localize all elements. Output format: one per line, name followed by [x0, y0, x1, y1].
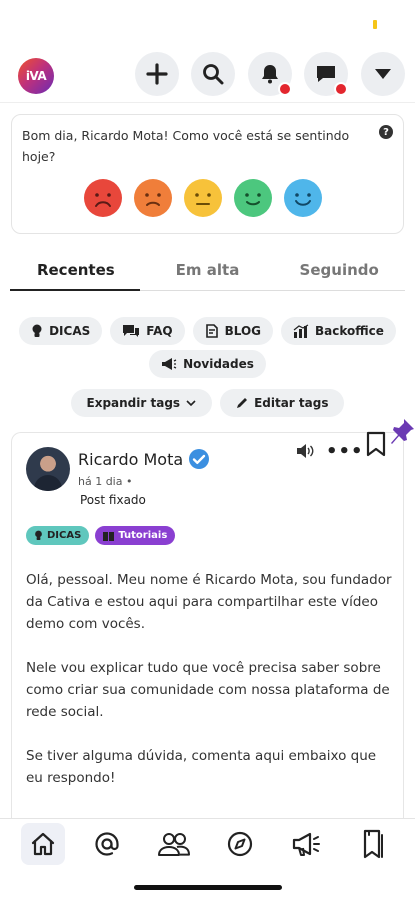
post-tag-tutoriais[interactable]: Tutoriais [95, 526, 176, 545]
nav-saved[interactable] [351, 823, 395, 865]
post-body: Olá, pessoal. Meu nome é Ricardo Mota, s… [26, 569, 396, 811]
edit-tags-button[interactable]: Editar tags [220, 389, 345, 417]
status-indicator [373, 20, 377, 29]
mood-faces [84, 179, 322, 217]
bookmark-icon[interactable] [365, 431, 387, 457]
feed-tabs: Recentes Em alta Seguindo [10, 258, 405, 292]
tag-label: BLOG [224, 324, 261, 338]
post-paragraph: Nele vou explicar tudo que você precisa … [26, 660, 390, 720]
lightbulb-icon [35, 530, 42, 540]
expand-tags-button[interactable]: Expandir tags [70, 389, 213, 417]
very-sad-face-icon[interactable] [84, 179, 122, 217]
document-edit-icon [205, 324, 218, 338]
notification-badge [278, 82, 292, 96]
header-divider [0, 102, 415, 103]
nav-explore[interactable] [218, 823, 262, 865]
help-icon[interactable]: ? [379, 125, 393, 139]
post-paragraph: Olá, pessoal. Meu nome é Ricardo Mota, s… [26, 572, 392, 632]
tag-label: Backoffice [315, 324, 384, 338]
messages-button[interactable] [304, 52, 348, 96]
plus-icon [146, 63, 168, 85]
post-paragraph: Se tiver alguma dúvida, comenta aqui emb… [26, 748, 377, 786]
bell-icon [262, 65, 278, 84]
tag-faq[interactable]: FAQ [110, 317, 185, 345]
active-tab-indicator [10, 289, 140, 291]
tab-seguindo[interactable]: Seguindo [273, 258, 405, 292]
post-tag-label: DICAS [47, 530, 82, 541]
tag-novidades[interactable]: Novidades [149, 350, 266, 378]
post-tag-label: Tutoriais [118, 530, 168, 541]
nav-mentions[interactable] [85, 823, 129, 865]
app-logo[interactable]: iVA [18, 58, 54, 94]
nav-members[interactable] [152, 823, 196, 865]
expand-tags-label: Expandir tags [86, 396, 181, 410]
post-timestamp: há 1 dia • [78, 475, 133, 488]
tag-blog[interactable]: BLOG [192, 317, 273, 345]
post-card: Ricardo Mota há 1 dia • Post fixado ••• … [11, 419, 414, 832]
bar-chart-icon [293, 324, 309, 338]
volume-icon[interactable] [295, 443, 315, 459]
tag-backoffice[interactable]: Backoffice [281, 317, 396, 345]
neutral-face-icon[interactable] [184, 179, 222, 217]
sad-face-icon[interactable] [134, 179, 172, 217]
tag-actions: Expandir tags Editar tags [0, 389, 415, 417]
messages-badge [334, 82, 348, 96]
tag-label: DICAS [49, 324, 91, 338]
tag-label: Novidades [183, 357, 254, 371]
tags-row: DICAS FAQ BLOG Backoffice [0, 317, 415, 345]
megaphone-icon [162, 358, 177, 370]
create-post-button[interactable] [135, 52, 179, 96]
home-indicator [134, 885, 282, 890]
notifications-button[interactable] [248, 52, 292, 96]
author-name[interactable]: Ricardo Mota [78, 450, 183, 469]
mood-question: Bom dia, Ricardo Mota! Como você está se… [22, 128, 350, 164]
pin-icon [391, 419, 414, 444]
book-icon [103, 531, 115, 541]
megaphone-icon [292, 832, 320, 856]
pencil-icon [237, 398, 248, 408]
tab-em-alta[interactable]: Em alta [142, 258, 274, 292]
people-icon [158, 833, 190, 856]
pinned-label: Post fixado [80, 493, 146, 507]
search-button[interactable] [191, 52, 235, 96]
search-icon [203, 64, 224, 85]
home-icon [31, 832, 55, 856]
nav-home[interactable] [21, 823, 65, 865]
top-header: iVA [0, 52, 415, 98]
mention-icon [95, 832, 119, 856]
menu-dropdown-button[interactable] [361, 52, 405, 96]
bottom-navigation [0, 818, 415, 868]
chevron-down-icon [186, 400, 196, 407]
tag-label: FAQ [146, 324, 173, 338]
mood-card: Bom dia, Ricardo Mota! Como você está se… [11, 114, 404, 234]
nav-announcements[interactable] [285, 823, 329, 865]
verified-badge-icon [189, 449, 209, 469]
compass-icon [227, 831, 253, 857]
tags-row-2: Novidades [0, 350, 415, 378]
chat-bubbles-icon [123, 325, 140, 337]
post-tags: DICAS Tutoriais [26, 526, 176, 545]
more-options-button[interactable]: ••• [326, 441, 364, 462]
very-happy-face-icon[interactable] [284, 179, 322, 217]
tag-dicas[interactable]: DICAS [19, 317, 103, 345]
author-avatar[interactable] [26, 447, 70, 491]
chat-icon [317, 66, 335, 82]
tab-recentes[interactable]: Recentes [10, 258, 142, 292]
lightbulb-icon [32, 324, 42, 337]
caret-down-icon [375, 69, 391, 79]
happy-face-icon[interactable] [234, 179, 272, 217]
edit-tags-label: Editar tags [254, 396, 329, 410]
bookmarks-icon [363, 829, 383, 859]
post-tag-dicas[interactable]: DICAS [26, 526, 90, 545]
